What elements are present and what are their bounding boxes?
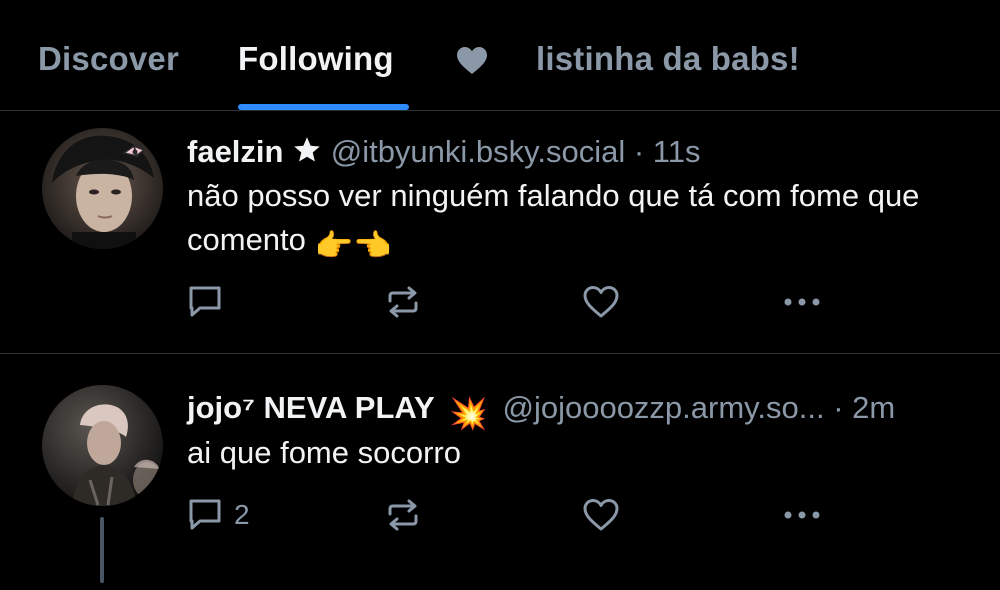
reply-button[interactable] (186, 282, 234, 322)
post-header: jojo⁷ NEVA PLAY 💥 @jojoooozzp.army.so...… (187, 388, 895, 434)
user-handle[interactable]: @itbyunki.bsky.social (331, 134, 626, 169)
tab-custom-feed[interactable]: listinha da babs! (536, 40, 800, 110)
post-text-content: não posso ver ninguém falando que tá com… (187, 178, 920, 257)
post-text-content: ai que fome socorro (187, 435, 461, 470)
more-icon (780, 496, 824, 534)
repost-button[interactable] (384, 282, 422, 322)
post[interactable]: jojo⁷ NEVA PLAY 💥 @jojoooozzp.army.so...… (0, 355, 1000, 590)
display-name[interactable]: jojo⁷ NEVA PLAY (187, 390, 435, 425)
repost-button[interactable] (384, 495, 422, 535)
reply-icon (186, 496, 224, 534)
separator-dot: · (633, 134, 645, 169)
reply-button[interactable]: 2 (186, 495, 250, 535)
post-text: ai que fome socorro (187, 431, 967, 475)
avatar[interactable] (42, 128, 163, 249)
heart-outline-icon (582, 496, 620, 534)
post-header: faelzin @itbyunki.bsky.social · 11s (187, 132, 700, 175)
active-tab-indicator (238, 104, 409, 110)
repost-icon (384, 496, 422, 534)
collision-emoji: 💥 (449, 396, 488, 431)
tab-discover[interactable]: Discover (38, 40, 179, 110)
reply-count: 2 (234, 499, 250, 530)
avatar[interactable] (42, 385, 163, 506)
like-button[interactable] (582, 495, 620, 535)
heart-icon[interactable] (456, 46, 488, 76)
post[interactable]: faelzin @itbyunki.bsky.social · 11s não … (0, 112, 1000, 354)
more-icon (780, 283, 824, 321)
more-options-button[interactable] (780, 282, 824, 322)
like-button[interactable] (582, 282, 620, 322)
star-icon (292, 135, 322, 175)
post-actions (0, 282, 1000, 322)
post-actions: 2 (0, 495, 1000, 535)
pointing-hands-emoji: 👉👈 (314, 228, 392, 263)
post-timestamp[interactable]: 11s (653, 134, 701, 169)
tab-following[interactable]: Following (238, 40, 394, 110)
user-handle[interactable]: @jojoooozzp.army.so... (502, 390, 824, 425)
post-text: não posso ver ninguém falando que tá com… (187, 174, 967, 268)
heart-outline-icon (582, 283, 620, 321)
post-timestamp[interactable]: 2m (852, 390, 895, 425)
reply-icon (186, 283, 224, 321)
display-name[interactable]: faelzin (187, 134, 283, 169)
more-options-button[interactable] (780, 495, 824, 535)
repost-icon (384, 283, 422, 321)
separator-dot: · (833, 390, 844, 425)
feed-tab-bar: Discover Following listinha da babs! (0, 0, 1000, 111)
